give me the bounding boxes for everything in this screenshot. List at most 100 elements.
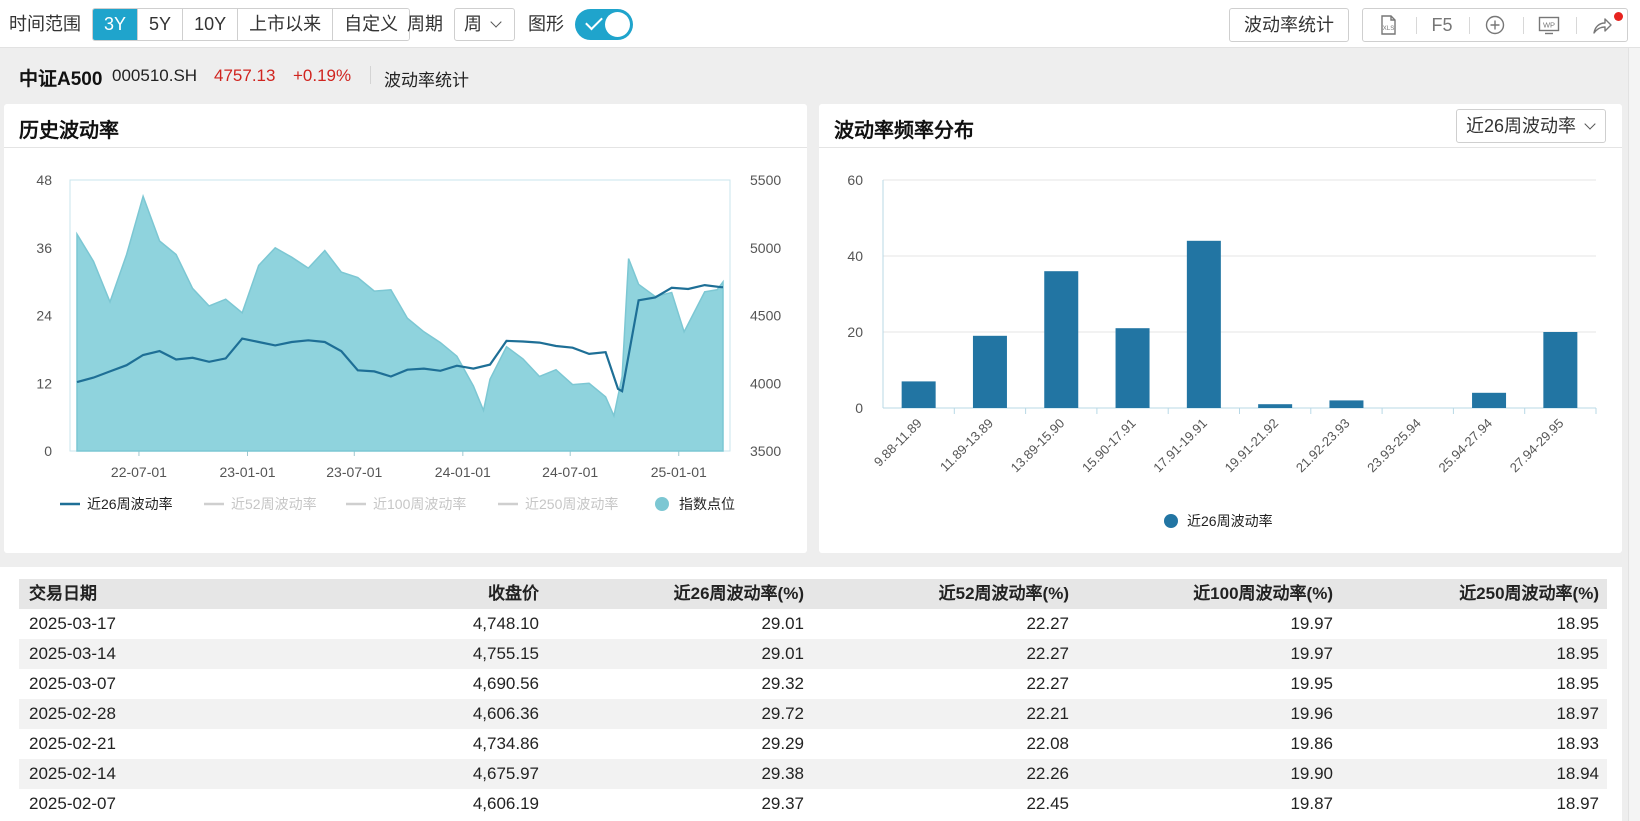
divider [370,66,371,84]
x-tick-label: 23-07-01 [326,464,382,480]
chart-toggle[interactable] [575,9,633,40]
x-tick-label: 15.90-17.91 [1079,416,1139,476]
range-option-5y[interactable]: 5Y [137,9,183,40]
x-tick-label: 25-01-01 [651,464,707,480]
y2-tick-label: 4500 [750,308,781,324]
legend-item[interactable]: 近100周波动率 [373,496,466,512]
x-tick-label: 24-07-01 [542,464,598,480]
add-icon-glyph [1485,15,1505,35]
y2-tick-label: 5000 [750,240,781,256]
range-option-custom[interactable]: 自定义 [332,9,410,40]
histogram-bar[interactable] [1472,392,1507,408]
table-cell: 18.94 [1556,764,1599,783]
histogram-bar[interactable] [1543,332,1578,408]
panel-title: 波动率频率分布 [834,120,974,142]
security-change: +0.19% [293,66,352,85]
distribution-select-value: 近26周波动率 [1466,116,1577,136]
tool-icon-group: XLS F5 WP [1362,8,1628,42]
add-icon[interactable] [1470,9,1520,41]
wp-export-icon[interactable]: WP [1524,9,1574,41]
y-tick-label: 20 [847,324,863,340]
table-row[interactable]: 2025-03-17 4,748.10 29.01 22.27 19.97 18.95 [19,609,1607,639]
volatility-stats-button[interactable]: 波动率统计 [1229,8,1349,42]
period-select-value: 周 [464,14,482,34]
legend-item[interactable]: 近52周波动率 [231,496,317,512]
legend-item[interactable]: 近26周波动率 [87,496,173,512]
legend-item[interactable]: 近26周波动率 [1187,513,1273,529]
y2-tick-label: 3500 [750,443,781,459]
x-tick-label: 17.91-19.91 [1150,416,1210,476]
table-cell: 18.97 [1556,794,1599,813]
distribution-series-select[interactable]: 近26周波动率 [1456,109,1606,143]
security-code: 000510.SH [112,66,198,85]
toolbar: 时间范围 3Y 5Y 10Y 上市以来 自定义 周期 周 图形 波动率统计 XL… [0,0,1640,48]
chart-label: 图形 [528,14,564,34]
table-header: 交易日期 收盘价 近26周波动率(%) 近52周波动率(%) 近100周波动率(%) 近2… [19,579,1607,609]
histogram-bar[interactable] [1115,328,1150,408]
column-header[interactable]: 近250周波动率(%) [19,579,1599,609]
check-icon [585,12,603,31]
x-tick-label: 13.89-15.90 [1008,416,1068,476]
x-tick-label: 9.88-11.89 [871,416,925,470]
histogram-bar[interactable] [1329,400,1364,408]
table-row[interactable]: 2025-03-07 4,690.56 29.32 22.27 19.95 18.95 [19,669,1607,699]
xls-icon-glyph: XLS [1381,15,1396,35]
y-tick-label: 40 [847,248,863,264]
histogram-bar[interactable] [1258,404,1293,408]
table-row[interactable]: 2025-03-14 4,755.15 29.01 22.27 19.97 18.95 [19,639,1607,669]
period-select[interactable]: 周 [454,8,515,41]
x-tick-label: 23.93-25.94 [1364,416,1424,476]
legend-item[interactable]: 指数点位 [679,496,735,512]
y-tick-label: 0 [855,400,863,416]
x-tick-label: 27.94-29.95 [1507,416,1567,476]
y-tick-label: 0 [44,443,52,459]
histogram-bar[interactable] [1186,240,1221,408]
legend-marker [1164,514,1178,528]
table-row[interactable]: 2025-02-28 4,606.36 29.72 22.21 19.96 18.97 [19,699,1607,729]
histogram-bar[interactable] [1044,271,1079,408]
range-option-3y[interactable]: 3Y [93,9,138,40]
notification-dot [1614,12,1623,21]
security-info-bar: 中证A500 000510.SH 4757.13 +0.19% 波动率统计 [0,48,1640,103]
table-cell: 18.97 [1556,704,1599,723]
wp-icon-glyph: WP [1538,16,1560,35]
y-tick-label: 24 [36,308,52,324]
series-area-index-level [76,193,724,452]
volatility-line-chart: 0 12 24 36 48 3500 4000 4500 5000 5500 22-07-01 23-… [36,172,781,512]
panel-title: 历史波动率 [19,120,119,142]
historical-volatility-panel: 历史波动率 0 12 24 36 48 3500 4000 4500 5000 5500 22-07… [4,104,807,553]
x-tick-label: 24-01-01 [435,464,491,480]
period-label: 周期 [407,14,443,34]
chevron-down-icon [490,16,502,28]
security-name: 中证A500 [19,69,103,90]
table-cell: 18.95 [1556,644,1599,663]
table-row[interactable]: 2025-02-07 4,606.19 29.37 22.45 19.87 18.97 [19,789,1607,819]
table-row[interactable]: 2025-02-21 4,734.86 29.29 22.08 19.86 18.93 [19,729,1607,759]
x-tick-label: 23-01-01 [219,464,275,480]
chevron-down-icon [1584,118,1596,130]
legend-item[interactable]: 近250周波动率 [525,496,618,512]
toggle-knob [605,12,630,37]
x-tick-label: 25.94-27.94 [1435,416,1495,476]
volatility-histogram: 02040609.88-11.89 11.89-13.89 13.89-15.90 1… [847,172,1597,529]
x-tick-label: 11.89-13.89 [937,416,996,475]
range-option-10y[interactable]: 10Y [182,9,238,40]
xls-export-icon[interactable]: XLS [1363,9,1413,41]
range-option-since-listing[interactable]: 上市以来 [237,9,333,40]
table-cell: 18.95 [1556,614,1599,633]
y2-tick-label: 4000 [750,375,781,391]
histogram-bar[interactable] [972,335,1007,408]
time-range-label: 时间范围 [9,14,81,34]
y2-tick-label: 5500 [750,172,781,188]
time-range-selector: 3Y 5Y 10Y 上市以来 自定义 [92,8,411,41]
y-tick-label: 60 [847,172,863,188]
refresh-icon[interactable]: F5 [1417,9,1467,41]
y-tick-label: 48 [36,172,52,188]
x-tick-label: 19.91-21.92 [1222,416,1282,476]
table-cell: 18.95 [1556,674,1599,693]
histogram-bar[interactable] [901,381,936,408]
page-scrollbar[interactable] [1628,48,1640,821]
xls-icon-label: XLS [1383,25,1395,32]
table-row[interactable]: 2025-02-14 4,675.97 29.38 22.26 19.90 18.94 [19,759,1607,789]
volatility-table: 交易日期 收盘价 近26周波动率(%) 近52周波动率(%) 近100周波动率(%) 近2… [0,567,1622,821]
